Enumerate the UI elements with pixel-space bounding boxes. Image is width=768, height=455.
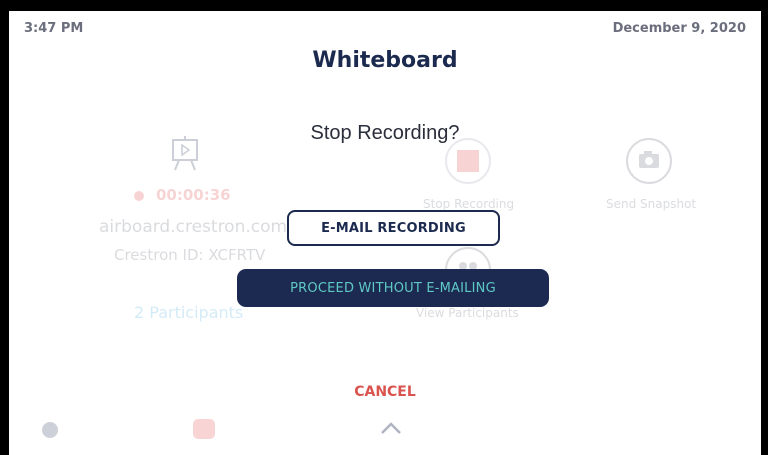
clock-date: December 9, 2020 [612,21,746,36]
recording-timer: 00:00:36 [156,186,231,204]
email-recording-label: E-MAIL RECORDING [321,220,466,236]
send-snapshot-label: Send Snapshot [606,197,697,211]
dialog-title: Stop Recording? [310,122,460,144]
stop-recording-icon [457,150,479,172]
cancel-button[interactable]: CANCEL [9,384,761,400]
proceed-without-email-button[interactable]: PROCEED WITHOUT E-MAILING [237,269,549,307]
stop-recording-label: Stop Recording [423,197,515,211]
page-title: Whiteboard [312,48,458,73]
crestron-id: Crestron ID: XCFRTV [114,246,266,264]
email-recording-button[interactable]: E-MAIL RECORDING [287,210,500,246]
view-participants-label: View Participants [416,306,519,320]
recording-indicator [134,191,144,201]
camera-icon [639,151,659,168]
status-bar: 3:47 PM December 9, 2020 [9,11,761,41]
airboard-url: airboard.crestron.com [99,217,288,237]
clock-time: 3:47 PM [24,21,84,36]
participants-count: 2 Participants [134,303,244,322]
proceed-without-email-label: PROCEED WITHOUT E-MAILING [290,280,496,296]
info-icon [42,422,58,438]
chevron-up-icon [381,422,401,434]
touch-panel-screen: 3:47 PM December 9, 2020 Whiteboard 00:0… [9,11,761,455]
camera-icon [193,419,215,439]
